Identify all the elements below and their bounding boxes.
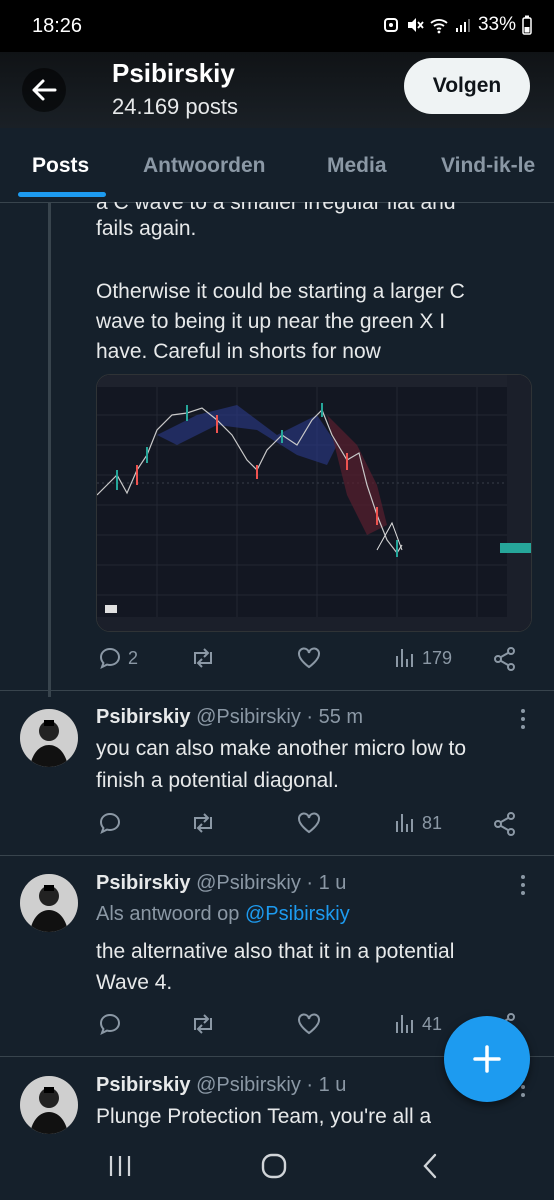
tweet-text: you can also make another micro low to <box>96 737 467 760</box>
author-handle-time: @Psibirskiy · 1 u <box>196 1074 347 1096</box>
author-name: Psibirskiy <box>96 1074 191 1096</box>
repost-button[interactable] <box>190 646 216 670</box>
share-icon <box>494 812 515 836</box>
profile-name: Psibirskiy <box>112 58 235 88</box>
tab-media[interactable]: Media <box>327 154 387 178</box>
repost-icon <box>194 648 212 668</box>
views-button[interactable]: 179 <box>394 646 452 670</box>
share-button[interactable] <box>492 646 518 672</box>
status-icons: 33% <box>382 14 532 36</box>
views-button[interactable]: 41 <box>394 1012 442 1036</box>
divider <box>0 855 554 856</box>
avatar[interactable] <box>20 709 78 767</box>
views-icon <box>396 649 413 667</box>
reply-icon <box>99 1013 121 1035</box>
home-button[interactable] <box>254 1150 294 1182</box>
heart-icon <box>298 812 320 834</box>
tweet-text: have. Careful in shorts for now <box>96 340 381 363</box>
views-button[interactable]: 81 <box>394 811 442 835</box>
chevron-left-icon <box>423 1153 437 1179</box>
tweet-text: finish a potential diagonal. <box>96 769 339 792</box>
recent-apps-icon <box>109 1156 131 1176</box>
back-button[interactable] <box>22 68 66 112</box>
author-name: Psibirskiy <box>96 706 191 728</box>
author-handle-time: @Psibirskiy · 1 u <box>196 872 347 894</box>
plus-icon <box>473 1045 501 1073</box>
status-bar: 18:26 33% <box>0 0 554 52</box>
battery-percent: 33% <box>477 14 516 35</box>
compose-button[interactable] <box>444 1016 530 1102</box>
repost-button[interactable] <box>190 1012 216 1036</box>
avatar[interactable] <box>20 874 78 932</box>
reply-icon <box>99 647 121 669</box>
views-count: 179 <box>422 647 453 668</box>
reply-context: Als antwoord op @Psibirskiy <box>96 903 350 926</box>
tweet-chart-image[interactable] <box>96 374 532 632</box>
more-options-icon[interactable] <box>514 873 532 897</box>
views-icon <box>396 1015 413 1033</box>
views-count: 81 <box>422 812 443 833</box>
share-icon <box>494 647 515 671</box>
repost-button[interactable] <box>190 811 216 835</box>
wifi-icon <box>430 19 448 34</box>
views-icon <box>396 814 413 832</box>
share-button[interactable] <box>492 811 518 837</box>
follow-button[interactable]: Volgen <box>404 58 530 114</box>
signal-icon <box>455 19 470 32</box>
reply-handle-link[interactable]: @Psibirskiy <box>245 903 350 925</box>
posts-count: 24.169 posts <box>112 94 238 119</box>
recent-apps-button[interactable] <box>100 1150 140 1182</box>
tweet-text: fails again. <box>96 217 197 240</box>
author-handle-time: @Psibirskiy · 55 m <box>196 706 364 728</box>
reply-button[interactable]: 2 <box>98 646 138 670</box>
system-navigation-bar <box>0 1134 554 1200</box>
tweet-text: Otherwise it could be starting a larger … <box>96 280 465 303</box>
status-time: 18:26 <box>32 15 83 37</box>
divider <box>0 690 554 691</box>
battery-icon <box>522 15 532 35</box>
tab-likes[interactable]: Vind-ik-le <box>441 154 535 178</box>
more-options-icon[interactable] <box>514 707 532 731</box>
like-button[interactable] <box>296 646 322 670</box>
heart-icon <box>298 647 320 669</box>
tweet-author: Psibirskiy @Psibirskiy · 55 m <box>96 706 363 729</box>
like-button[interactable] <box>296 1012 322 1036</box>
profile-tabs: Posts Antwoorden Media Vind-ik-le <box>0 128 554 203</box>
repost-icon <box>194 813 212 833</box>
mute-icon <box>407 18 424 32</box>
thread-line <box>48 202 51 697</box>
author-name: Psibirskiy <box>96 872 191 894</box>
repost-icon <box>194 1014 212 1034</box>
tweet-actions: 81 <box>96 811 526 841</box>
tweet-text: Wave 4. <box>96 971 173 994</box>
alarm-icon <box>383 18 398 32</box>
tweet-text: wave to being it up near the green X I <box>96 310 446 333</box>
heart-icon <box>298 1013 320 1035</box>
tweet-author: Psibirskiy @Psibirskiy · 1 u <box>96 1074 346 1097</box>
reply-icon <box>99 812 121 834</box>
tweet-text: the alternative also that it in a potent… <box>96 940 455 963</box>
tweet-author: Psibirskiy @Psibirskiy · 1 u <box>96 872 346 895</box>
tweet-text: Plunge Protection Team, you're all a <box>96 1105 432 1128</box>
reply-count: 2 <box>128 647 139 668</box>
system-back-button[interactable] <box>410 1150 450 1182</box>
active-tab-indicator <box>18 192 106 197</box>
reply-button[interactable] <box>98 1012 122 1036</box>
like-button[interactable] <box>296 811 322 835</box>
home-icon <box>261 1153 287 1179</box>
reply-button[interactable] <box>98 811 122 835</box>
tweet-actions: 2 179 <box>96 646 526 676</box>
avatar[interactable] <box>20 1076 78 1134</box>
reply-prefix: Als antwoord op <box>96 903 240 925</box>
arrow-left-icon <box>32 79 57 101</box>
views-count: 41 <box>422 1013 443 1034</box>
tab-replies[interactable]: Antwoorden <box>143 154 265 178</box>
tab-posts[interactable]: Posts <box>32 154 89 178</box>
profile-header: Psibirskiy 24.169 posts Volgen <box>0 52 554 128</box>
